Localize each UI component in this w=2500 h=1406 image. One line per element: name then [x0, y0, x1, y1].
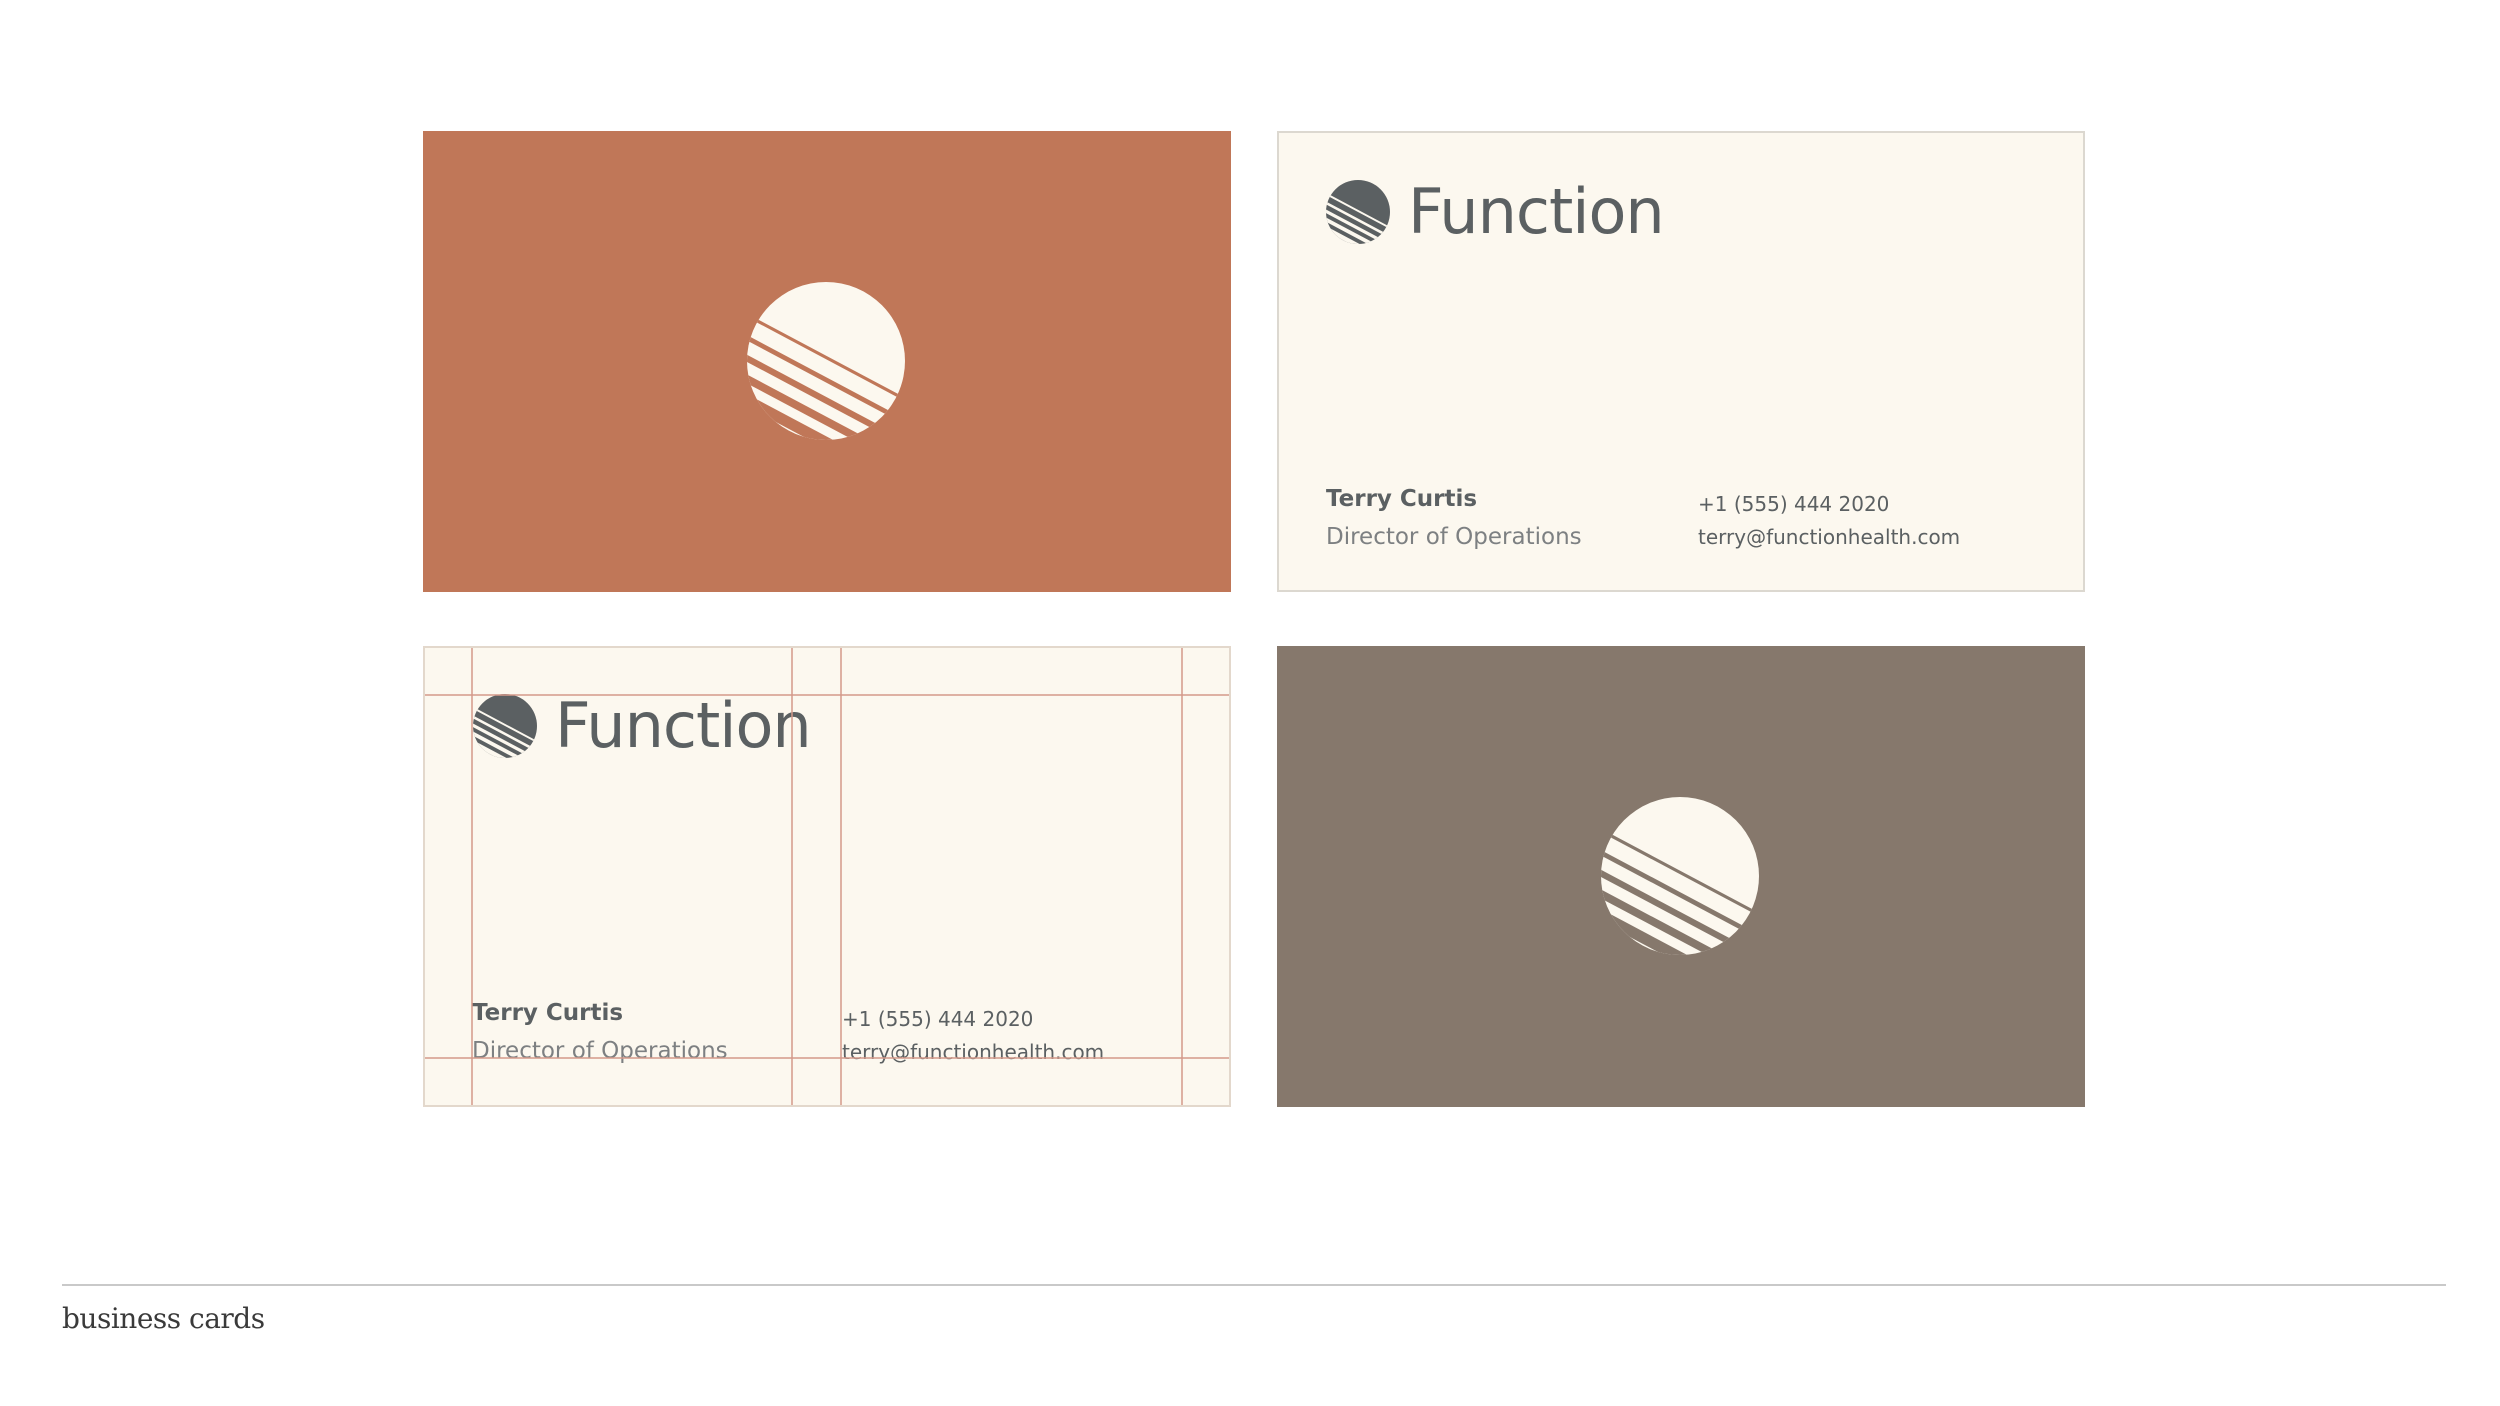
contact-title: Director of Operations — [1326, 524, 1582, 550]
contact-phone: +1 (555) 444 2020 — [1698, 492, 1890, 516]
contact-email: terry@functionhealth.com — [842, 1040, 1105, 1064]
card-front-terracotta — [423, 131, 1231, 592]
brand-logo: Function — [1326, 175, 1665, 248]
sun-stripes-icon — [1601, 797, 1759, 955]
brand-wordmark: Function — [555, 689, 812, 762]
brand-wordmark: Function — [1408, 175, 1665, 248]
sun-stripes-icon — [473, 694, 537, 758]
brand-logo: Function — [473, 689, 812, 762]
sun-stripes-icon — [1326, 180, 1390, 244]
card-back-grid: Function Terry Curtis Director of Operat… — [423, 646, 1231, 1107]
footer-caption: business cards — [62, 1302, 265, 1335]
contact-email: terry@functionhealth.com — [1698, 525, 1961, 549]
contact-name: Terry Curtis — [1326, 486, 1478, 512]
card-front-taupe — [1277, 646, 2085, 1107]
contact-title: Director of Operations — [472, 1038, 728, 1064]
footer-divider — [62, 1284, 2446, 1286]
contact-name: Terry Curtis — [472, 1000, 624, 1026]
card-back-cream: Function Terry Curtis Director of Operat… — [1277, 131, 2085, 592]
contact-phone: +1 (555) 444 2020 — [842, 1007, 1034, 1031]
sun-stripes-icon — [747, 282, 905, 440]
